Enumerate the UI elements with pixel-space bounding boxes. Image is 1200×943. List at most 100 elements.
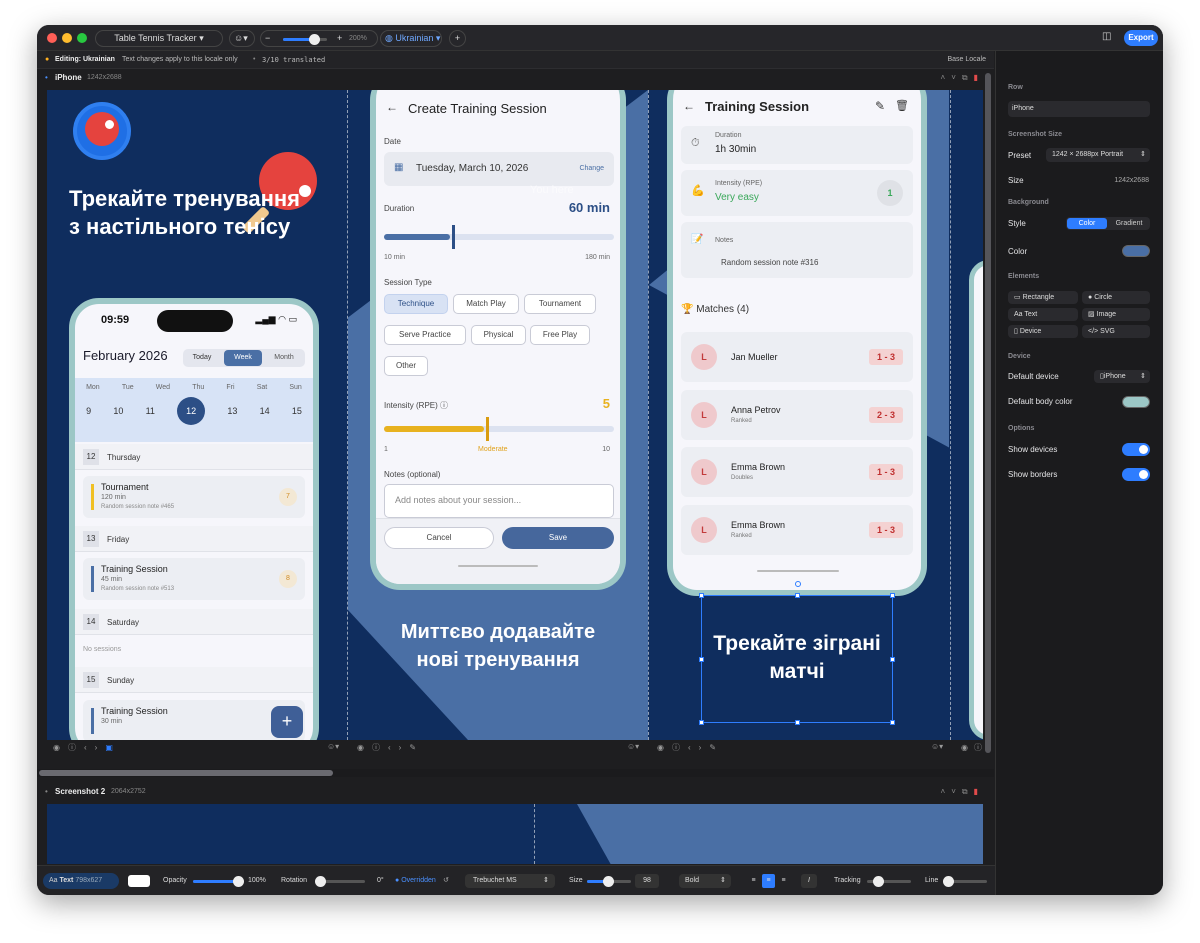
screenshot-canvas[interactable]: Трекайте тренування з настільного тенісу… bbox=[47, 90, 983, 740]
horizontal-scrollbar[interactable] bbox=[37, 769, 994, 777]
minimize-window-button[interactable] bbox=[62, 33, 72, 43]
intensity-slider-thumb[interactable] bbox=[486, 417, 489, 441]
panel-1-emoji-menu[interactable]: ☺▾ bbox=[327, 742, 339, 751]
text-color-swatch[interactable] bbox=[128, 875, 150, 887]
duplicate-icon[interactable]: ⧉ bbox=[962, 73, 974, 82]
date-cell[interactable]: 15 bbox=[292, 406, 302, 425]
export-button[interactable]: Export bbox=[1124, 30, 1158, 46]
opacity-slider[interactable] bbox=[193, 876, 244, 887]
move-down-icon[interactable]: ˅ bbox=[951, 73, 962, 82]
panel-3-emoji-menu[interactable]: ☺▾ bbox=[931, 742, 943, 751]
resize-handle[interactable] bbox=[890, 657, 895, 662]
zoom-slider[interactable] bbox=[283, 34, 327, 45]
move-up-icon[interactable]: ˄ bbox=[941, 787, 952, 796]
date-cell[interactable]: 11 bbox=[146, 406, 155, 425]
edit-icon[interactable]: ✎ bbox=[875, 99, 885, 113]
headline-1[interactable]: Трекайте тренування з настільного тенісу bbox=[69, 185, 309, 241]
screenshot-panel-3[interactable]: ← Training Session ✎ 🗑 ⏱ Duration 1h 30m… bbox=[649, 90, 949, 740]
match-card[interactable]: L Emma Brown Ranked 1 - 3 bbox=[681, 505, 913, 555]
background-color-swatch[interactable] bbox=[1122, 245, 1150, 257]
device-frame-4[interactable] bbox=[969, 260, 983, 740]
date-cell[interactable]: 9 bbox=[86, 406, 91, 425]
resize-handle[interactable] bbox=[699, 657, 704, 662]
screenshot-panel-4[interactable] bbox=[951, 90, 983, 740]
sidebar-toggle-icon[interactable]: ◫ bbox=[1102, 31, 1111, 42]
date-picker[interactable]: ▦ Tuesday, March 10, 2026 Change bbox=[384, 152, 614, 186]
trash-icon[interactable]: ▮ bbox=[974, 73, 984, 82]
notes-input[interactable]: Add notes about your session... bbox=[384, 484, 614, 518]
zoom-control[interactable]: − + 200% bbox=[260, 30, 378, 47]
row-actions[interactable]: ˄˅⧉▮ bbox=[941, 783, 984, 801]
panel-2-tools[interactable]: ◉ⓘ‹›✎ bbox=[357, 742, 424, 753]
add-device-button[interactable]: ▯ Device bbox=[1008, 325, 1078, 338]
add-text-button[interactable]: Aa Text bbox=[1008, 308, 1078, 321]
screenshot-panel-2[interactable]: ← Create Training Session Date ▦ Tuesday… bbox=[348, 90, 648, 740]
intensity-slider[interactable] bbox=[384, 417, 614, 441]
type-chip[interactable]: Serve Practice bbox=[384, 325, 466, 345]
trash-icon[interactable]: ▮ bbox=[974, 787, 984, 796]
font-family-select[interactable]: Trebuchet MS ⇕ bbox=[465, 874, 555, 888]
cancel-button[interactable]: Cancel bbox=[384, 527, 494, 549]
type-chip[interactable]: Physical bbox=[471, 325, 526, 345]
headline-3[interactable]: Трекайте зіграні матчі bbox=[708, 630, 886, 686]
preset-select[interactable]: 1242 × 2688px Portrait ⇕ bbox=[1046, 148, 1150, 162]
rotate-handle[interactable] bbox=[795, 581, 801, 587]
zoom-in-icon[interactable]: + bbox=[337, 31, 342, 46]
week-button[interactable]: Week bbox=[224, 350, 262, 366]
device-frame-2[interactable]: ← Create Training Session Date ▦ Tuesday… bbox=[370, 90, 626, 590]
view-segmented-control[interactable]: Today Week Month bbox=[183, 349, 305, 367]
default-device-select[interactable]: ▯iPhone ⇕ bbox=[1094, 370, 1150, 383]
move-up-icon[interactable]: ˄ bbox=[941, 73, 952, 82]
font-weight-select[interactable]: Bold ⇕ bbox=[679, 874, 731, 888]
close-window-button[interactable] bbox=[47, 33, 57, 43]
move-down-icon[interactable]: ˅ bbox=[951, 787, 962, 796]
save-button[interactable]: Save bbox=[502, 527, 614, 549]
row-name-field[interactable]: iPhone bbox=[1008, 101, 1150, 117]
reset-override-icon[interactable]: ↺ bbox=[443, 876, 449, 884]
device-frame-3[interactable]: ← Training Session ✎ 🗑 ⏱ Duration 1h 30m… bbox=[667, 90, 927, 596]
info-icon[interactable]: ⓘ bbox=[440, 401, 448, 410]
screenshot-panel-1[interactable]: Трекайте тренування з настільного тенісу… bbox=[47, 90, 347, 740]
duration-slider-thumb[interactable] bbox=[452, 225, 455, 249]
resize-handle[interactable] bbox=[890, 720, 895, 725]
add-session-button[interactable]: + bbox=[271, 706, 303, 738]
zoom-window-button[interactable] bbox=[77, 33, 87, 43]
row-actions[interactable]: ˄˅⧉▮ bbox=[941, 69, 984, 87]
session-card[interactable]: Training Session 45 min Random session n… bbox=[83, 558, 305, 600]
panel-1-tools[interactable]: ◉ⓘ‹›▣ bbox=[53, 742, 121, 753]
date-cell-selected[interactable]: 12 bbox=[177, 397, 206, 425]
match-card[interactable]: L Anna Petrov Ranked 2 - 3 bbox=[681, 390, 913, 440]
date-cell[interactable]: 13 bbox=[227, 406, 237, 425]
overridden-badge[interactable]: ● Overridden bbox=[395, 877, 436, 884]
resize-handle[interactable] bbox=[795, 593, 800, 598]
style-color-option[interactable]: Color bbox=[1067, 218, 1107, 229]
duplicate-icon[interactable]: ⧉ bbox=[962, 787, 974, 796]
back-arrow-icon[interactable]: ← bbox=[386, 100, 398, 114]
body-color-swatch[interactable] bbox=[1122, 396, 1150, 408]
style-segmented-control[interactable]: Color Gradient bbox=[1066, 217, 1150, 230]
trash-icon[interactable]: 🗑 bbox=[895, 99, 909, 112]
today-button[interactable]: Today bbox=[184, 350, 220, 366]
panel-2-emoji-menu[interactable]: ☺▾ bbox=[627, 742, 639, 751]
add-rectangle-button[interactable]: ▭ Rectangle bbox=[1008, 291, 1078, 304]
date-cell[interactable]: 10 bbox=[113, 406, 123, 425]
type-chip[interactable]: Tournament bbox=[524, 294, 596, 314]
scrollbar-thumb[interactable] bbox=[985, 73, 991, 753]
add-locale-button[interactable]: + bbox=[449, 30, 466, 47]
match-card[interactable]: L Emma Brown Doubles 1 - 3 bbox=[681, 447, 913, 497]
add-circle-button[interactable]: ● Circle bbox=[1082, 291, 1150, 304]
tracking-slider[interactable] bbox=[867, 876, 911, 887]
type-chip[interactable]: Free Play bbox=[530, 325, 590, 345]
locale-selector[interactable]: ◍ Ukrainian ▾ bbox=[380, 30, 442, 47]
emoji-menu-button[interactable]: ☺▾ bbox=[229, 30, 255, 47]
panel-3-tools[interactable]: ◉ⓘ‹›✎ bbox=[657, 742, 724, 753]
font-size-slider[interactable] bbox=[587, 876, 631, 887]
project-selector[interactable]: Table Tennis Tracker ▾ bbox=[95, 30, 223, 47]
scrollbar-thumb[interactable] bbox=[39, 770, 333, 776]
show-devices-toggle[interactable] bbox=[1122, 443, 1150, 456]
change-date-button[interactable]: Change bbox=[579, 165, 604, 172]
match-card[interactable]: L Jan Mueller 1 - 3 bbox=[681, 332, 913, 382]
type-chip[interactable]: Match Play bbox=[453, 294, 519, 314]
date-cell[interactable]: 14 bbox=[260, 406, 270, 425]
session-card[interactable]: Tournament 120 min Random session note #… bbox=[83, 476, 305, 518]
